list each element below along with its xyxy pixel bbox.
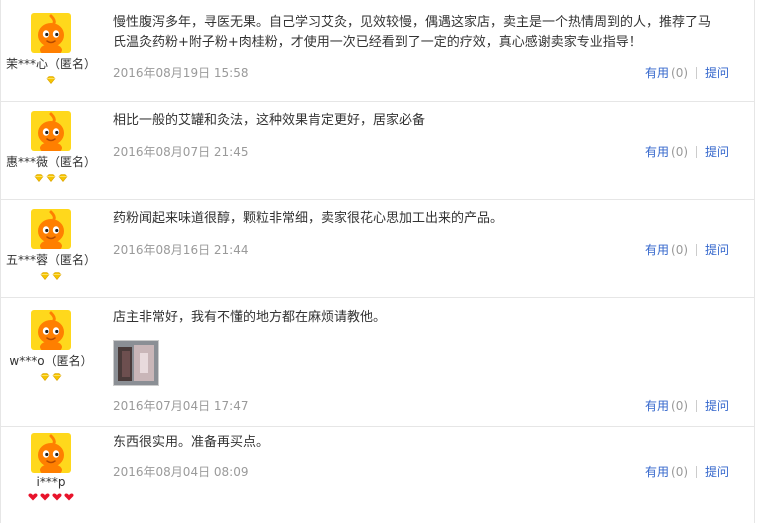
review-item: i***p 东西很实用。准备再买点。 2016年08月04日 08:09 有用(… [1, 427, 754, 523]
review-item: 惠***薇（匿名） 相比一般的艾罐和灸法，这种效果肯定更好，居家必备 2016年… [1, 102, 754, 200]
user-rank [1, 270, 101, 282]
review-text: 东西很实用。准备再买点。 [113, 435, 270, 450]
user-name: w***o（匿名） [9, 354, 93, 368]
review-text: 相比一般的艾罐和灸法，这种效果肯定更好，居家必备 [113, 113, 426, 128]
review-actions: 有用 (0) 提问 [645, 463, 729, 480]
avatar[interactable] [31, 209, 71, 249]
mascot-icon [31, 433, 71, 473]
ask-button[interactable]: 提问 [705, 243, 729, 257]
photo-image [114, 341, 158, 385]
gold-diamond-icon [52, 272, 62, 280]
useful-button[interactable]: 有用 [645, 66, 669, 80]
review-actions: 有用 (0) 提问 [645, 143, 729, 160]
divider [696, 67, 698, 79]
mascot-icon [31, 209, 71, 249]
review-date: 2016年08月19日 15:58 [113, 66, 249, 80]
ask-button[interactable]: 提问 [705, 66, 729, 80]
useful-count: (0) [671, 465, 689, 479]
divider [696, 400, 698, 412]
user-rank [1, 74, 101, 86]
review-text: 药粉闻起来味道很醇，颗粒非常细，卖家很花心思加工出来的产品。 [113, 211, 504, 226]
user-name: i***p [36, 475, 66, 489]
ask-button[interactable]: 提问 [705, 399, 729, 413]
review-date: 2016年08月16日 21:44 [113, 243, 249, 257]
ask-button[interactable]: 提问 [705, 145, 729, 159]
review-list: 茉***心（匿名） 慢性腹泻多年，寻医无果。自己学习艾灸，见效较慢，偶遇这家店，… [0, 0, 755, 523]
divider [696, 466, 698, 478]
user-rank [1, 172, 101, 184]
useful-count: (0) [671, 66, 689, 80]
gold-diamond-icon [58, 174, 68, 182]
review-user: 惠***薇（匿名） [1, 111, 101, 184]
review-text: 店主非常好，我有不懂的地方都在麻烦请教他。 [113, 310, 387, 325]
review-user: 茉***心（匿名） [1, 13, 101, 86]
review-item: 茉***心（匿名） 慢性腹泻多年，寻医无果。自己学习艾灸，见效较慢，偶遇这家店，… [1, 0, 754, 102]
review-actions: 有用 (0) 提问 [645, 241, 729, 258]
gold-diamond-icon [34, 174, 44, 182]
user-rank [1, 491, 101, 503]
review-user: 五***蓉（匿名） [1, 209, 101, 282]
useful-count: (0) [671, 145, 689, 159]
review-item: w***o（匿名） 店主非常好，我有不懂的地方都在麻烦请教他。 2016年07月… [1, 298, 754, 427]
mascot-icon [31, 111, 71, 151]
useful-button[interactable]: 有用 [645, 399, 669, 413]
user-name: 惠***薇（匿名） [5, 155, 96, 169]
red-heart-gem-icon [40, 493, 50, 501]
red-heart-gem-icon [28, 493, 38, 501]
mascot-icon [31, 310, 71, 350]
user-name: 五***蓉（匿名） [5, 253, 96, 267]
red-heart-gem-icon [52, 493, 62, 501]
mascot-icon [31, 13, 71, 53]
avatar[interactable] [31, 310, 71, 350]
review-photo-thumbnail[interactable] [113, 340, 159, 386]
red-heart-gem-icon [64, 493, 74, 501]
user-rank [1, 371, 101, 383]
gold-diamond-icon [52, 373, 62, 381]
review-item: 五***蓉（匿名） 药粉闻起来味道很醇，颗粒非常细，卖家很花心思加工出来的产品。… [1, 200, 754, 298]
review-actions: 有用 (0) 提问 [645, 64, 729, 81]
divider [696, 146, 698, 158]
review-user: w***o（匿名） [1, 310, 101, 383]
review-text: 慢性腹泻多年，寻医无果。自己学习艾灸，见效较慢，偶遇这家店，卖主是一个热情周到的… [113, 15, 712, 50]
avatar[interactable] [31, 111, 71, 151]
gold-diamond-icon [40, 272, 50, 280]
ask-button[interactable]: 提问 [705, 465, 729, 479]
review-actions: 有用 (0) 提问 [645, 397, 729, 414]
useful-button[interactable]: 有用 [645, 243, 669, 257]
gold-diamond-icon [46, 76, 56, 84]
useful-button[interactable]: 有用 [645, 145, 669, 159]
divider [696, 244, 698, 256]
useful-count: (0) [671, 399, 689, 413]
useful-count: (0) [671, 243, 689, 257]
review-date: 2016年07月04日 17:47 [113, 399, 249, 413]
useful-button[interactable]: 有用 [645, 465, 669, 479]
review-user: i***p [1, 433, 101, 503]
user-name: 茉***心（匿名） [5, 57, 96, 71]
gold-diamond-icon [46, 174, 56, 182]
avatar[interactable] [31, 433, 71, 473]
avatar[interactable] [31, 13, 71, 53]
review-date: 2016年08月07日 21:45 [113, 145, 249, 159]
gold-diamond-icon [40, 373, 50, 381]
review-date: 2016年08月04日 08:09 [113, 465, 249, 479]
